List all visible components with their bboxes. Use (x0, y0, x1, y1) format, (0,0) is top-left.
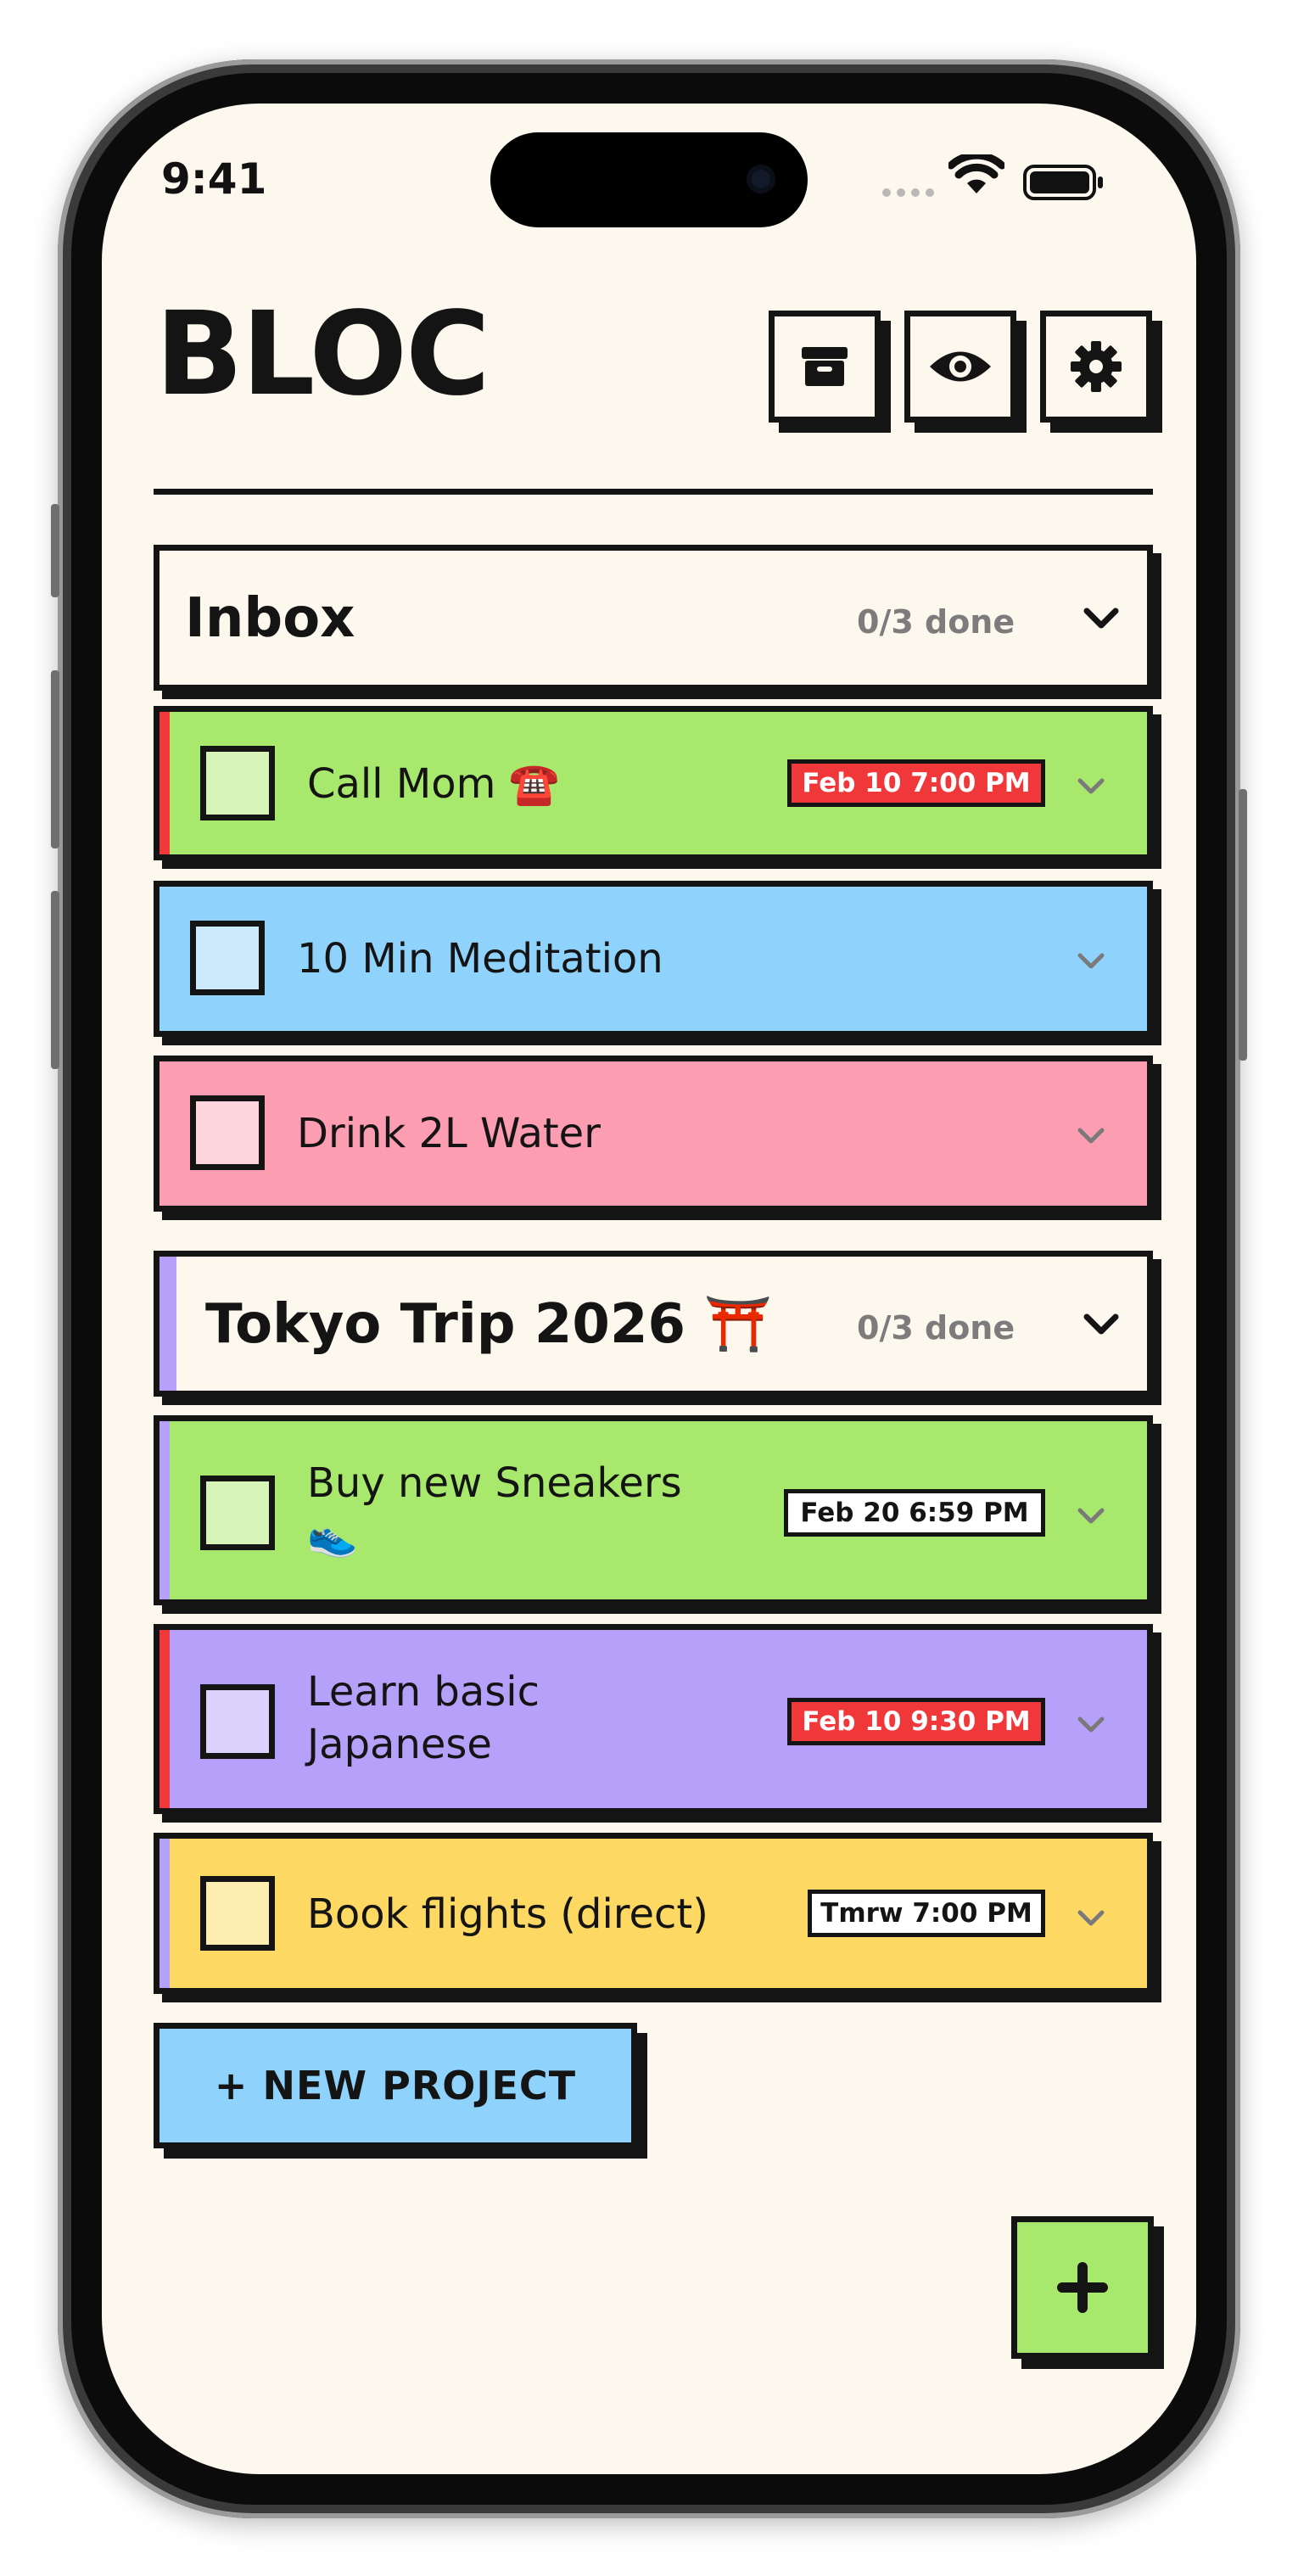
chevron-down-icon[interactable] (1076, 1506, 1106, 1526)
chevron-down-icon[interactable] (1076, 1126, 1106, 1146)
task-card[interactable]: Drink 2L Water (154, 1056, 1153, 1212)
action-button (51, 504, 59, 597)
status-time: 9:41 (161, 154, 267, 204)
task-card[interactable]: Buy new Sneakers 👟 Feb 20 6:59 PM (154, 1415, 1153, 1605)
front-camera (747, 165, 775, 193)
chevron-down-icon[interactable] (1076, 1715, 1106, 1735)
overdue-stripe (159, 1630, 170, 1808)
volume-up-button (51, 670, 59, 848)
chevron-down-icon[interactable] (1076, 776, 1106, 797)
task-card[interactable]: Learn basic Japanese Feb 10 9:30 PM (154, 1624, 1153, 1814)
task-card[interactable]: Call Mom ☎️ Feb 10 7:00 PM (154, 706, 1153, 860)
cellular-signal-icon (882, 188, 934, 197)
project-header-tokyo-trip[interactable]: Tokyo Trip 2026 ⛩️ 0/3 done (154, 1251, 1153, 1397)
chevron-down-icon[interactable] (1076, 1908, 1106, 1929)
eye-icon (930, 351, 991, 382)
task-title: Drink 2L Water (297, 1110, 601, 1157)
wifi-icon (948, 154, 1004, 193)
task-title: Buy new Sneakers 👟 (307, 1459, 682, 1560)
task-title: Book flights (direct) (307, 1890, 708, 1938)
task-card[interactable]: 10 Min Meditation (154, 881, 1153, 1037)
view-toggle-button[interactable] (904, 311, 1016, 423)
due-date-badge: Tmrw 7:00 PM (808, 1890, 1045, 1937)
task-title: 10 Min Meditation (297, 935, 663, 983)
task-checkbox[interactable] (200, 1684, 275, 1759)
overdue-stripe (159, 712, 170, 854)
project-title: Inbox (185, 587, 355, 650)
battery-icon (1023, 165, 1103, 200)
task-checkbox[interactable] (200, 746, 275, 820)
task-checkbox[interactable] (200, 1876, 275, 1951)
archive-icon (802, 347, 848, 386)
volume-down-button (51, 891, 59, 1069)
chevron-down-icon[interactable] (1083, 607, 1120, 630)
project-progress: 0/3 done (857, 1309, 1015, 1347)
project-accent-stripe (159, 1421, 170, 1599)
task-title: Call Mom ☎️ (307, 760, 560, 808)
header-divider (154, 489, 1153, 495)
project-header-inbox[interactable]: Inbox 0/3 done (154, 545, 1153, 691)
add-task-button[interactable] (1011, 2216, 1154, 2359)
due-date-badge: Feb 20 6:59 PM (784, 1489, 1045, 1537)
project-accent-stripe (159, 1257, 176, 1391)
chevron-down-icon[interactable] (1083, 1313, 1120, 1336)
archive-button[interactable] (769, 311, 881, 423)
task-checkbox[interactable] (190, 1095, 265, 1170)
task-title: Learn basic Japanese (307, 1668, 540, 1768)
plus-icon (1057, 2262, 1108, 2313)
due-date-badge: Feb 10 9:30 PM (787, 1698, 1045, 1745)
task-checkbox[interactable] (190, 921, 265, 995)
new-project-button[interactable]: + NEW PROJECT (154, 2023, 637, 2148)
task-card[interactable]: Book flights (direct) Tmrw 7:00 PM (154, 1833, 1153, 1994)
task-checkbox[interactable] (200, 1476, 275, 1550)
app-title: BLOC (155, 288, 490, 422)
due-date-badge: Feb 10 7:00 PM (787, 759, 1045, 807)
project-accent-stripe (159, 1839, 170, 1988)
settings-button[interactable] (1040, 311, 1152, 423)
chevron-down-icon[interactable] (1076, 951, 1106, 972)
gear-icon (1071, 341, 1122, 392)
project-title: Tokyo Trip 2026 ⛩️ (205, 1293, 772, 1356)
project-progress: 0/3 done (857, 603, 1015, 641)
power-button (1239, 789, 1247, 1061)
